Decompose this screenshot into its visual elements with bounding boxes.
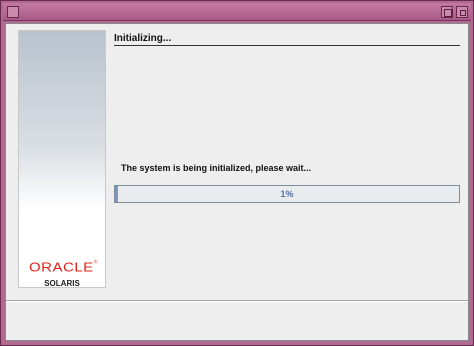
maximize-button[interactable]: [441, 6, 453, 18]
branding-side-panel: ORACLE® SOLARIS: [18, 30, 106, 288]
bottom-divider: [6, 300, 468, 302]
product-name: SOLARIS: [44, 279, 80, 288]
titlebar[interactable]: [3, 3, 471, 21]
title-divider: [114, 45, 460, 46]
registered-mark: ®: [93, 260, 98, 266]
page-title: Initializing...: [114, 33, 172, 44]
status-message: The system is being initialized, please …: [121, 163, 312, 173]
oracle-logo: ORACLE®: [29, 260, 98, 275]
window-menu-button[interactable]: [7, 6, 19, 18]
window-frame: ORACLE® SOLARIS Initializing... The syst…: [0, 0, 474, 346]
installer-panel: ORACLE® SOLARIS Initializing... The syst…: [5, 23, 469, 341]
progress-label: 1%: [280, 189, 294, 199]
oracle-logo-text: ORACLE: [29, 260, 94, 275]
close-button[interactable]: [456, 6, 468, 18]
progress-bar: 1%: [114, 185, 460, 203]
